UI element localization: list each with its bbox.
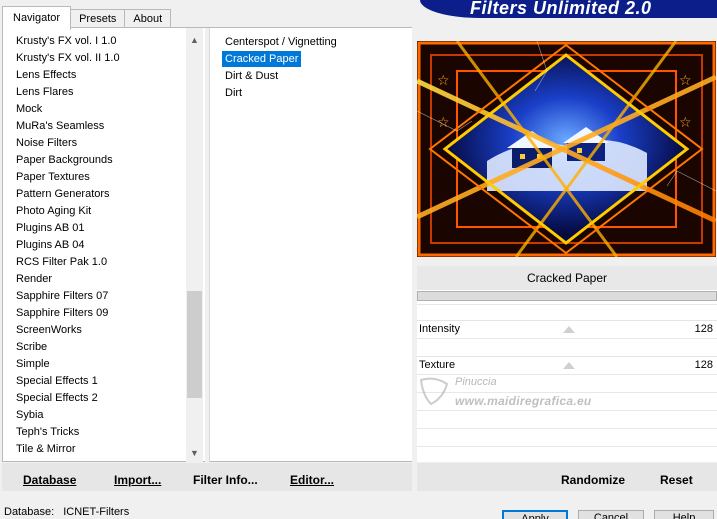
- filter-list[interactable]: Centerspot / Vignetting Cracked Paper Di…: [209, 28, 412, 462]
- param-texture[interactable]: Texture 128: [417, 356, 717, 373]
- list-item[interactable]: Lens Effects: [16, 67, 76, 83]
- filter-name-label: Cracked Paper: [417, 266, 717, 290]
- status-label: Database:: [4, 506, 55, 518]
- filter-item-selected[interactable]: Cracked Paper: [222, 51, 302, 67]
- svg-text:☆: ☆: [437, 115, 450, 131]
- param-value: 128: [694, 323, 713, 335]
- svg-text:☆: ☆: [679, 73, 692, 89]
- list-item-active[interactable]: Photo Aging Kit: [16, 203, 91, 219]
- database-button[interactable]: Database: [23, 473, 76, 487]
- list-item[interactable]: Paper Backgrounds: [16, 152, 113, 168]
- slider-knob-icon[interactable]: [563, 326, 575, 333]
- scroll-thumb[interactable]: [187, 291, 202, 398]
- filter-item[interactable]: Centerspot / Vignetting: [222, 34, 340, 50]
- tab-bar: Navigator Presets About: [2, 6, 172, 30]
- editor-button[interactable]: Editor...: [290, 473, 334, 487]
- list-item[interactable]: Teph's Tricks: [16, 424, 79, 440]
- product-banner: Filters Unlimited 2.0: [420, 0, 717, 18]
- filter-name-strip: [417, 291, 717, 301]
- category-scrollbar[interactable]: ▲ ▼: [186, 28, 203, 462]
- preview-image: ☆ ☆ ☆ ☆: [417, 41, 716, 257]
- list-item[interactable]: Krusty's FX vol. II 1.0: [16, 50, 120, 66]
- category-list[interactable]: Krusty's FX vol. I 1.0 Krusty's FX vol. …: [2, 28, 205, 462]
- slider-knob-icon[interactable]: [563, 362, 575, 369]
- status-bar: Database: ICNET-Filters: [4, 506, 129, 518]
- list-item[interactable]: Pattern Generators: [16, 186, 110, 202]
- apply-button[interactable]: Apply: [502, 510, 568, 519]
- param-label: Texture: [419, 359, 456, 371]
- list-item[interactable]: Special Effects 2: [16, 390, 98, 406]
- scroll-down-icon[interactable]: ▼: [186, 445, 203, 462]
- list-item[interactable]: Plugins AB 04: [16, 237, 85, 253]
- list-item[interactable]: RCS Filter Pak 1.0: [16, 254, 107, 270]
- scroll-up-icon[interactable]: ▲: [186, 32, 203, 49]
- filter-info-button[interactable]: Filter Info...: [193, 473, 258, 487]
- list-item[interactable]: Render: [16, 271, 52, 287]
- filter-item[interactable]: Dirt: [222, 85, 245, 101]
- list-item[interactable]: Tile & Mirror: [16, 441, 75, 457]
- randomize-button[interactable]: Randomize: [561, 473, 625, 487]
- list-item[interactable]: Simple: [16, 356, 50, 372]
- list-item[interactable]: Sapphire Filters 09: [16, 305, 108, 321]
- list-item[interactable]: Special Effects 1: [16, 373, 98, 389]
- list-item[interactable]: Krusty's FX vol. I 1.0: [16, 33, 117, 49]
- svg-text:☆: ☆: [437, 73, 450, 89]
- list-item[interactable]: Noise Filters: [16, 135, 77, 151]
- param-value: 128: [694, 359, 713, 371]
- preview-artwork: ☆ ☆ ☆ ☆: [417, 41, 716, 257]
- cancel-button[interactable]: Cancel: [578, 510, 644, 519]
- list-item[interactable]: Paper Textures: [16, 169, 90, 185]
- list-item[interactable]: Sapphire Filters 07: [16, 288, 108, 304]
- filter-item[interactable]: Dirt & Dust: [222, 68, 281, 84]
- svg-text:☆: ☆: [679, 115, 692, 131]
- left-button-bar: Database Import... Filter Info... Editor…: [2, 463, 412, 491]
- list-item[interactable]: MuRa's Seamless: [16, 118, 104, 134]
- list-item[interactable]: Plugins AB 01: [16, 220, 85, 236]
- right-button-bar: Randomize Reset: [417, 463, 717, 491]
- param-label: Intensity: [419, 323, 460, 335]
- banner-title: Filters Unlimited 2.0: [470, 0, 652, 18]
- param-intensity[interactable]: Intensity 128: [417, 320, 717, 337]
- parameter-panel: Cracked Paper Intensity 128 Texture 128: [417, 266, 717, 462]
- list-item[interactable]: ScreenWorks: [16, 322, 82, 338]
- tab-navigator[interactable]: Navigator: [2, 6, 72, 30]
- list-item[interactable]: Lens Flares: [16, 84, 73, 100]
- list-item[interactable]: Mock: [16, 101, 42, 117]
- help-button[interactable]: Help: [654, 510, 714, 519]
- list-item[interactable]: Sybia: [16, 407, 44, 423]
- reset-button[interactable]: Reset: [660, 473, 693, 487]
- import-button[interactable]: Import...: [114, 473, 161, 487]
- status-value: ICNET-Filters: [63, 506, 130, 518]
- list-item[interactable]: Scribe: [16, 339, 47, 355]
